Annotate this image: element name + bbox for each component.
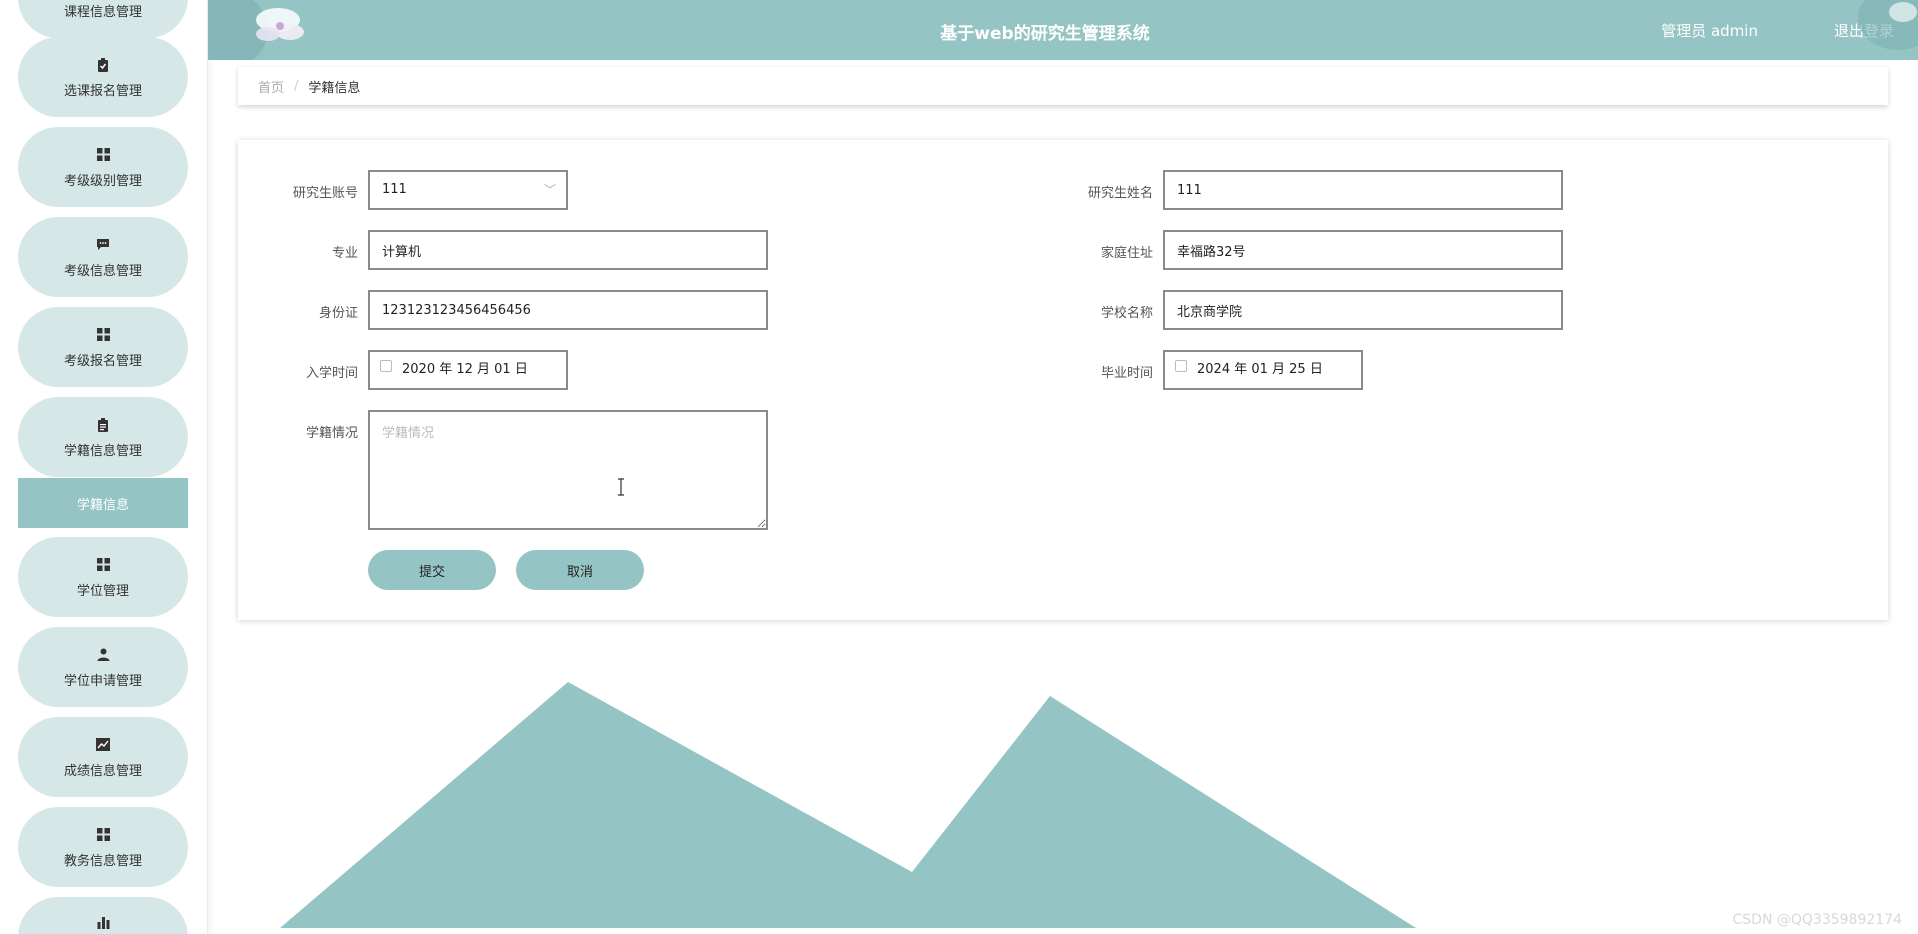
current-user: 管理员 admin — [1661, 22, 1758, 40]
watermark-text: CSDN @QQ3359892174 — [1732, 912, 1902, 928]
breadcrumb-home[interactable]: 首页 — [258, 77, 284, 96]
sidebar-subitem-status[interactable]: 学籍信息 — [18, 478, 188, 528]
school-label: 学校名称 — [1100, 306, 1153, 321]
sidebar-item-label: 考级信息管理 — [63, 263, 142, 279]
enroll-date-picker[interactable]: 2020 年 12 月 01 日 — [368, 350, 568, 390]
major-field[interactable] — [368, 230, 768, 270]
school-field[interactable] — [1163, 290, 1563, 330]
grad-date-picker[interactable]: 2024 年 01 月 25 日 — [1163, 350, 1363, 390]
sidebar-item-label: 考级报名管理 — [63, 353, 142, 369]
submit-button[interactable]: 提交 — [368, 550, 496, 590]
major-label: 专业 — [331, 246, 358, 261]
status-label: 学籍情况 — [305, 426, 358, 441]
chevron-down-icon: ﹀ — [543, 183, 556, 197]
sidebar-item-label: 学位管理 — [76, 583, 129, 599]
sidebar-item-label: 选课报名管理 — [63, 83, 142, 99]
sidebar-item-exam-enroll[interactable]: 考级报名管理 — [18, 307, 188, 387]
grad-date-label: 毕业时间 — [1100, 366, 1153, 381]
user-icon — [94, 646, 112, 664]
sidebar-item-statistics[interactable] — [18, 897, 188, 934]
sidebar-item-label: 学籍信息管理 — [63, 443, 142, 459]
top-header: 基于web的研究生管理系统 管理员 admin 退出登录 — [208, 0, 1918, 60]
calendar-icon — [1175, 360, 1187, 372]
clipboard-check-icon — [94, 56, 112, 74]
text-cursor-icon — [618, 478, 624, 496]
account-select[interactable]: 111 ﹀ — [368, 170, 568, 210]
id-card-field[interactable] — [368, 290, 768, 330]
sidebar-item-exam-level[interactable]: 考级级别管理 — [18, 127, 188, 207]
calendar-icon — [380, 360, 392, 372]
sidebar-item-label: 考级级别管理 — [63, 173, 142, 189]
mountain-decoration — [280, 682, 1416, 928]
sidebar-item-grades[interactable]: 成绩信息管理 — [18, 717, 188, 797]
grid-icon — [94, 556, 112, 574]
sidebar-item-label: 课程信息管理 — [63, 4, 142, 20]
grid-icon — [94, 326, 112, 344]
sidebar-item-exam-info[interactable]: 考级信息管理 — [18, 217, 188, 297]
sidebar-item-degree[interactable]: 学位管理 — [18, 537, 188, 617]
sidebar-item-degree-apply[interactable]: 学位申请管理 — [18, 627, 188, 707]
grid-icon — [94, 826, 112, 844]
enroll-date-value: 2020 年 12 月 01 日 — [402, 362, 528, 377]
chart-line-icon — [94, 736, 112, 754]
grad-date-value: 2024 年 01 月 25 日 — [1197, 362, 1323, 377]
sidebar-item-label: 成绩信息管理 — [63, 763, 142, 779]
name-label: 研究生姓名 — [1087, 186, 1153, 201]
leaf-decoration-icon — [1858, 0, 1918, 50]
account-label: 研究生账号 — [292, 186, 358, 201]
breadcrumb-separator: / — [294, 78, 299, 94]
sidebar-item-course-enroll[interactable]: 选课报名管理 — [18, 37, 188, 117]
name-field[interactable] — [1163, 170, 1563, 210]
sidebar-item-course-info[interactable]: 课程信息管理 — [18, 0, 188, 38]
clipboard-icon — [94, 416, 112, 434]
grid-icon — [94, 146, 112, 164]
status-form-card: 研究生账号 111 ﹀ 研究生姓名 专业 家庭住址 身份证 学校名称 入学时间 … — [238, 140, 1888, 620]
sidebar-item-label: 学位申请管理 — [63, 673, 142, 689]
enroll-date-label: 入学时间 — [305, 366, 358, 381]
account-select-value: 111 — [382, 182, 407, 197]
id-card-label: 身份证 — [318, 306, 358, 321]
breadcrumb-current: 学籍信息 — [308, 80, 361, 96]
sidebar-item-status-info[interactable]: 学籍信息管理 — [18, 397, 188, 477]
cancel-button[interactable]: 取消 — [516, 550, 644, 590]
address-label: 家庭住址 — [1100, 246, 1153, 261]
breadcrumb: 首页 / 学籍信息 — [238, 67, 1888, 105]
bar-chart-icon — [94, 913, 112, 931]
sidebar: 课程信息管理 选课报名管理 考级级别管理 考级信息管理 考级报名管理 学籍信息管… — [0, 0, 208, 934]
address-field[interactable] — [1163, 230, 1563, 270]
sidebar-item-label: 教务信息管理 — [63, 853, 142, 869]
message-icon — [94, 236, 112, 254]
status-textarea[interactable] — [368, 410, 768, 530]
sidebar-item-academic[interactable]: 教务信息管理 — [18, 807, 188, 887]
